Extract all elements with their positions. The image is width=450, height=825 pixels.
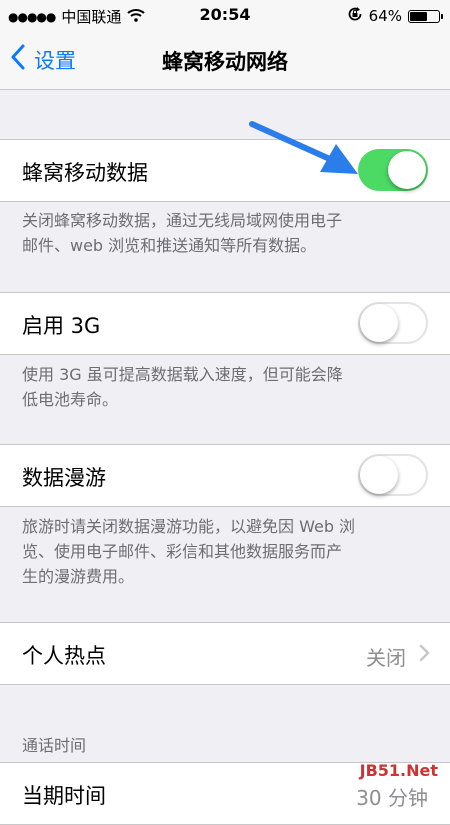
cellular-data-footer: 关闭蜂窝移动数据，通过无线局域网使用电子 邮件、web 浏览和推送通知等所有数据… — [22, 208, 422, 258]
footer-line: 览、使用电子邮件、彩信和其他数据服务而产 — [22, 542, 343, 561]
footer-line: 关闭蜂窝移动数据，通过无线局域网使用电子 — [22, 211, 343, 230]
footer-line: 旅游时请关闭数据漫游功能，以避免因 Web 浏 — [22, 517, 356, 536]
page-title: 蜂窝移动网络 — [162, 50, 288, 74]
battery-percent: 64% — [368, 7, 402, 25]
navigation-bar: 设置 蜂窝移动网络 — [0, 30, 450, 90]
enable-3g-label: 启用 3G — [22, 314, 101, 338]
personal-hotspot-value: 关闭 — [366, 646, 406, 670]
chevron-right-icon — [419, 644, 430, 666]
footer-line: 生的漫游费用。 — [22, 567, 135, 586]
rotation-lock-icon — [347, 6, 363, 26]
enable-3g-row: 启用 3G — [0, 292, 450, 355]
cellular-data-row: 蜂窝移动数据 — [0, 139, 450, 202]
data-roaming-footer: 旅游时请关闭数据漫游功能，以避免因 Web 浏 览、使用电子邮件、彩信和其他数据… — [22, 514, 422, 589]
battery-icon — [408, 9, 443, 23]
call-time-header: 通话时间 — [22, 736, 87, 755]
footer-line: 使用 3G 虽可提高数据载入速度，但可能会降 — [22, 365, 343, 384]
annotation-arrow-icon — [249, 121, 358, 174]
footer-line: 低电池寿命。 — [22, 390, 119, 409]
data-roaming-row: 数据漫游 — [0, 444, 450, 507]
enable-3g-footer: 使用 3G 虽可提高数据载入速度，但可能会降 低电池寿命。 — [22, 362, 422, 412]
status-bar: ●●●●● 中国联通 20:54 64% — [0, 0, 450, 30]
cellular-data-label: 蜂窝移动数据 — [22, 161, 148, 185]
personal-hotspot-row[interactable]: 个人热点 关闭 — [0, 622, 450, 685]
status-right: 64% — [347, 6, 443, 26]
current-period-label: 当期时间 — [22, 784, 106, 808]
enable-3g-toggle[interactable] — [358, 302, 428, 344]
footer-line: 邮件、web 浏览和推送通知等所有数据。 — [22, 236, 317, 255]
data-roaming-label: 数据漫游 — [22, 466, 106, 490]
watermark: JB51.Net — [359, 761, 438, 780]
toggle-knob — [388, 151, 426, 189]
toggle-knob — [360, 304, 398, 342]
personal-hotspot-label: 个人热点 — [22, 644, 106, 668]
current-period-value: 30 分钟 — [356, 786, 428, 810]
data-roaming-toggle[interactable] — [358, 454, 428, 496]
toggle-knob — [360, 456, 398, 494]
